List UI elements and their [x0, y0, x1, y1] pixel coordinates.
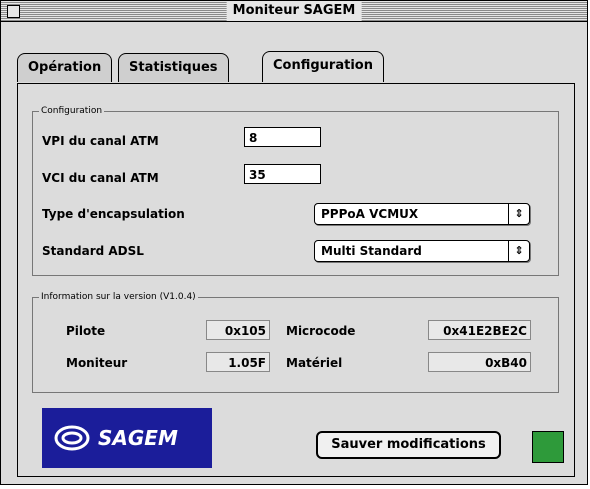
window-title: Moniteur SAGEM: [226, 1, 362, 21]
save-button[interactable]: Sauver modifications: [316, 431, 501, 459]
title-bar[interactable]: Moniteur SAGEM: [1, 1, 587, 22]
encapsulation-select-value: PPPoA VCMUX: [321, 207, 419, 221]
adsl-select-value: Multi Standard: [321, 244, 422, 258]
status-indicator: [532, 431, 564, 463]
vci-input[interactable]: 35: [244, 164, 321, 184]
pilote-value: 0x105: [206, 320, 270, 340]
sagem-logo-text: SAGEM: [98, 426, 178, 450]
sagem-logo-icon: [54, 425, 90, 451]
moniteur-value: 1.05F: [206, 352, 270, 372]
version-group-legend: Information sur la version (V1.0.4): [41, 292, 196, 302]
materiel-value: 0xB40: [428, 352, 531, 372]
close-box-icon[interactable]: [7, 5, 20, 18]
moniteur-label: Moniteur: [66, 356, 128, 370]
tab-statistiques[interactable]: Statistiques: [118, 53, 229, 82]
adsl-select[interactable]: Multi Standard ⇕: [314, 240, 530, 262]
vpi-input[interactable]: 8: [244, 127, 321, 147]
app-window: Moniteur SAGEM Opération Statistiques Co…: [0, 0, 588, 485]
tab-configuration[interactable]: Configuration: [262, 51, 384, 82]
configuration-group-legend: Configuration: [41, 106, 103, 116]
tab-panel-configuration: Configuration VPI du canal ATM 8 VCI du …: [17, 83, 575, 477]
vci-label: VCI du canal ATM: [42, 171, 159, 185]
up-down-arrows-icon: ⇕: [508, 204, 529, 224]
tab-operation[interactable]: Opération: [17, 53, 113, 82]
up-down-arrows-icon: ⇕: [508, 241, 529, 261]
adsl-label: Standard ADSL: [42, 244, 144, 258]
version-group: Information sur la version (V1.0.4): [32, 292, 559, 393]
sagem-logo: SAGEM: [42, 408, 212, 468]
pilote-label: Pilote: [66, 324, 106, 338]
microcode-label: Microcode: [286, 324, 356, 338]
microcode-value: 0x41E2BE2C: [428, 320, 531, 340]
vpi-label: VPI du canal ATM: [42, 134, 159, 148]
materiel-label: Matériel: [286, 356, 343, 370]
encapsulation-select[interactable]: PPPoA VCMUX ⇕: [314, 203, 530, 225]
encapsulation-label: Type d'encapsulation: [42, 207, 185, 221]
